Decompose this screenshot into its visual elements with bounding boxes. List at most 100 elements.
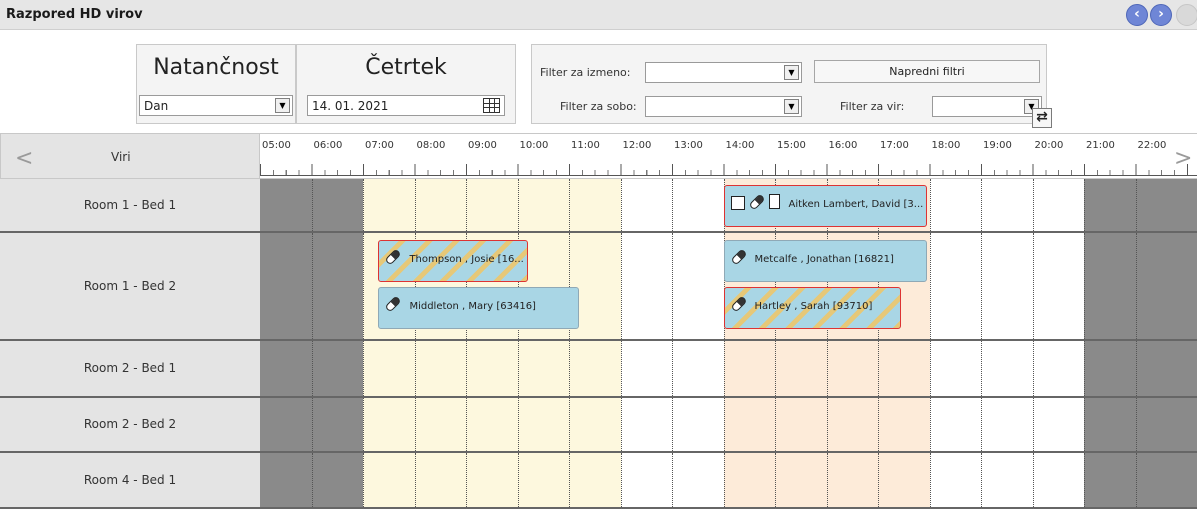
chevron-down-icon[interactable]: ▼ <box>784 99 799 114</box>
scroll-right-icon[interactable]: > <box>1174 146 1192 171</box>
document-icon <box>768 194 780 209</box>
hour-gridline <box>569 453 570 507</box>
resource-row-timeline[interactable] <box>260 341 1197 398</box>
time-label: 13:00 <box>674 140 703 151</box>
hour-gridline <box>981 398 982 451</box>
advanced-filters-button[interactable]: Napredni filtri <box>814 60 1040 83</box>
hour-gridline <box>569 341 570 396</box>
time-label: 05:00 <box>262 140 291 151</box>
hour-gridline <box>620 179 622 231</box>
extra-nav-button[interactable] <box>1176 4 1197 26</box>
morning-shift-band <box>363 453 621 507</box>
hour-gridline <box>1084 341 1085 396</box>
hour-gridline <box>414 341 416 396</box>
resource-filter-label: Filter za vir: <box>840 100 905 113</box>
resources-header-label: Viri <box>111 150 131 164</box>
resource-schedule: < Viri > 05:00 06:00 07:00 08:00 09:00 10:00 1… <box>0 133 1197 509</box>
non-working-band <box>1084 233 1197 339</box>
hour-gridline <box>414 398 416 451</box>
time-label: 17:00 <box>880 140 909 151</box>
hour-gridline <box>775 398 776 451</box>
time-label: 10:00 <box>519 140 549 151</box>
prev-day-button[interactable]: ‹ <box>1126 4 1148 26</box>
pill-icon <box>748 193 765 211</box>
hour-gridline <box>878 398 879 451</box>
window-title: Razpored HD virov <box>6 7 143 22</box>
resource-row-timeline[interactable] <box>260 398 1197 453</box>
hour-gridline <box>1135 341 1137 396</box>
appointment-event[interactable]: Metcalfe , Jonathan [16821] <box>723 240 927 282</box>
hour-gridline <box>363 398 364 451</box>
morning-shift-band <box>363 179 621 231</box>
hour-gridline <box>775 341 776 396</box>
title-bar: Razpored HD virov ‹ › <box>0 0 1197 30</box>
appointment-event[interactable]: Aitken Lambert, David [3... <box>723 185 927 227</box>
resource-row-timeline[interactable] <box>260 453 1197 509</box>
hour-gridline <box>1084 398 1085 451</box>
hour-gridline <box>1032 341 1034 396</box>
precision-select[interactable]: Dan ▼ <box>139 95 293 116</box>
time-label: 18:00 <box>931 140 961 151</box>
room-filter-select[interactable]: ▼ <box>645 96 802 117</box>
hour-gridline <box>620 453 622 507</box>
appointment-label: Metcalfe , Jonathan [16821] <box>754 254 894 265</box>
hour-gridline <box>826 398 828 451</box>
date-field[interactable]: 14. 01. 2021 <box>307 95 505 116</box>
morning-shift-band <box>363 398 621 451</box>
resource-row-label: Room 1 - Bed 2 <box>0 233 260 341</box>
scroll-left-icon[interactable]: < <box>15 146 33 171</box>
hour-gridline <box>929 233 931 339</box>
resources-header: < Viri <box>0 133 260 179</box>
time-label: 22:00 <box>1137 140 1167 151</box>
pill-icon <box>384 295 402 313</box>
hour-gridline <box>466 453 467 507</box>
hour-gridline <box>672 179 673 231</box>
time-label: 06:00 <box>313 140 343 151</box>
hour-gridline <box>981 341 982 396</box>
hour-gridline <box>620 398 622 451</box>
next-day-button[interactable]: › <box>1150 4 1172 26</box>
refresh-icon[interactable]: ⇄ <box>1032 108 1052 128</box>
chevron-down-icon[interactable]: ▼ <box>275 98 290 113</box>
hour-gridline <box>311 179 313 231</box>
hour-gridline <box>1032 398 1034 451</box>
appointment-event[interactable]: Thompson , Josie [16... <box>378 240 528 282</box>
hour-gridline <box>723 453 725 507</box>
hour-gridline <box>517 453 519 507</box>
pill-icon <box>730 248 747 266</box>
appointment-event[interactable]: Middleton , Mary [63416] <box>378 287 580 329</box>
hour-gridline <box>723 398 725 451</box>
hour-gridline <box>363 233 364 339</box>
non-working-band <box>1084 453 1197 507</box>
hour-gridline <box>569 398 570 451</box>
time-label: 11:00 <box>571 140 600 151</box>
date-panel: Četrtek 14. 01. 2021 <box>296 44 516 124</box>
hour-gridline <box>620 341 622 396</box>
hour-gridline <box>311 398 313 451</box>
non-working-band <box>1084 341 1197 396</box>
hour-gridline <box>1084 179 1085 231</box>
shift-filter-select[interactable]: ▼ <box>645 62 802 83</box>
pill-icon <box>384 248 402 266</box>
time-label: 20:00 <box>1034 140 1064 151</box>
calendar-icon[interactable] <box>483 98 500 113</box>
hour-gridline <box>929 453 931 507</box>
hour-gridline <box>466 398 467 451</box>
hour-gridline <box>363 341 364 396</box>
hour-gridline <box>723 341 725 396</box>
precision-panel: Natančnost Dan ▼ <box>136 44 296 124</box>
resource-filter-select[interactable]: ▼ <box>932 96 1042 117</box>
hour-gridline <box>878 453 879 507</box>
hour-gridline <box>826 453 828 507</box>
hour-gridline <box>311 341 313 396</box>
hour-gridline <box>569 179 570 231</box>
time-label: 15:00 <box>777 140 806 151</box>
hour-gridline <box>672 453 673 507</box>
hour-gridline <box>1135 233 1137 339</box>
hour-gridline <box>414 179 416 231</box>
time-axis: > 05:00 06:00 07:00 08:00 09:00 10:00 11:00 12:… <box>260 133 1197 179</box>
chevron-down-icon[interactable]: ▼ <box>784 65 799 80</box>
hour-gridline <box>1032 453 1034 507</box>
appointment-event[interactable]: Hartley , Sarah [93710] <box>723 287 902 329</box>
shift-filter-label: Filter za izmeno: <box>540 66 631 79</box>
